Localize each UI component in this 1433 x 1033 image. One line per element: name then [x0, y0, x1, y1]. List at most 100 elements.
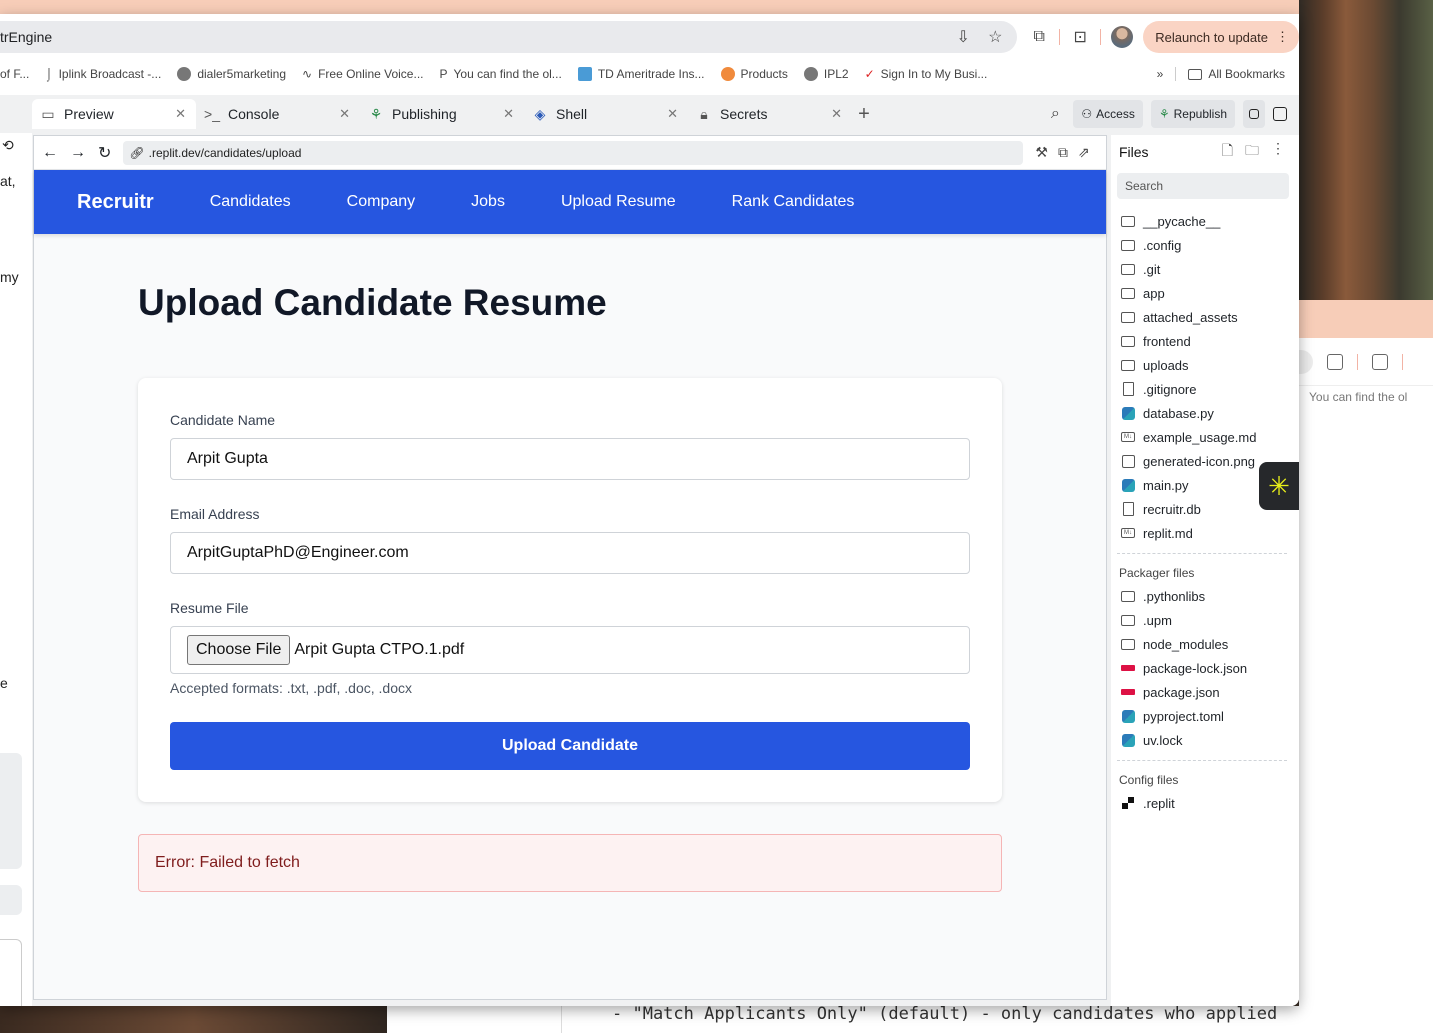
file-tree-item[interactable]: .git — [1117, 257, 1299, 281]
bookmark-item[interactable]: IPL2 — [803, 67, 849, 81]
choose-file-button[interactable]: Choose File — [187, 635, 291, 665]
tab-console[interactable]: >_ Console ✕ — [196, 99, 360, 129]
extensions-icon[interactable] — [1327, 353, 1343, 370]
file-tree-item[interactable]: node_modules — [1117, 632, 1299, 656]
background-bookmark[interactable]: You can find the ol — [1299, 386, 1433, 404]
bookmark-item[interactable]: Products — [720, 67, 788, 81]
upload-candidate-button[interactable]: Upload Candidate — [170, 722, 970, 770]
chevron-double-right-icon[interactable]: » — [1157, 67, 1164, 81]
tab-search-icon[interactable]: ⊡ — [1070, 27, 1090, 47]
background-editor-strip: - "Match Applicants Only" (default) - on… — [0, 1004, 1433, 1033]
device-icon[interactable]: ⧉ — [1058, 144, 1068, 161]
close-icon[interactable]: ✕ — [503, 106, 514, 122]
file-tree-item[interactable]: uv.lock — [1117, 728, 1299, 752]
file-tree-item[interactable]: __pycache__ — [1117, 209, 1299, 233]
folder-icon — [1121, 262, 1135, 276]
close-icon[interactable]: ✕ — [175, 106, 186, 122]
bookmark-star-icon[interactable]: ☆ — [985, 27, 1005, 47]
file-tree-item[interactable]: .upm — [1117, 608, 1299, 632]
email-field[interactable]: ArpitGuptaPhD@Engineer.com — [170, 532, 970, 574]
file-name: .pythonlibs — [1143, 588, 1206, 604]
forward-icon[interactable]: → — [70, 144, 86, 162]
tab-shell[interactable]: ◈ Shell ✕ — [524, 99, 688, 129]
file-tree-item[interactable]: uploads — [1117, 353, 1299, 377]
close-icon[interactable]: ✕ — [667, 106, 678, 122]
globe-icon — [803, 67, 818, 81]
sidebar-toggle-icon[interactable] — [1273, 107, 1287, 121]
folder-icon — [1121, 613, 1135, 627]
profile-avatar[interactable] — [1111, 26, 1134, 48]
more-vert-icon[interactable]: ⋮ — [1271, 140, 1285, 164]
nav-rank-candidates[interactable]: Rank Candidates — [732, 193, 855, 211]
new-chat-icon[interactable]: ⟲ — [2, 137, 14, 154]
bookmark-item[interactable]: ∿ Free Online Voice... — [302, 67, 423, 81]
nav-upload-resume[interactable]: Upload Resume — [561, 193, 676, 211]
config-files-title: Config files — [1119, 773, 1179, 787]
file-tree-item[interactable]: attached_assets — [1117, 305, 1299, 329]
devtools-icon[interactable]: ⚒ — [1035, 144, 1048, 161]
file-tree-item[interactable]: package-lock.json — [1117, 656, 1299, 680]
file-tree-item[interactable]: M↓ replit.md — [1117, 521, 1299, 545]
tab-secrets[interactable]: 🔒︎ Secrets ✕ — [688, 99, 852, 129]
search-icon[interactable]: ⌕ — [1045, 104, 1065, 124]
extensions-icon[interactable]: ⧉ — [1029, 27, 1049, 47]
bookmark-item[interactable]: ✓ Sign In to My Busi... — [865, 67, 988, 81]
access-button[interactable]: ⚇ Access — [1073, 100, 1143, 128]
file-tree-item[interactable]: .gitignore — [1117, 377, 1299, 401]
candidate-name-input[interactable]: Arpit Gupta — [170, 438, 970, 480]
republish-button[interactable]: ⚘ Republish — [1150, 100, 1235, 128]
nav-jobs[interactable]: Jobs — [471, 193, 505, 211]
site-navbar: Recruitr Candidates Company Jobs Upload … — [34, 170, 1106, 234]
publish-icon: ⚘ — [1158, 107, 1170, 121]
folder-icon — [1121, 589, 1135, 603]
file-tree-item[interactable]: .pythonlibs — [1117, 584, 1299, 608]
tab-publishing[interactable]: ⚘ Publishing ✕ — [360, 99, 524, 129]
chat-input[interactable] — [0, 939, 22, 1006]
add-tab-button[interactable]: + — [852, 103, 876, 126]
file-tree-item[interactable]: .replit — [1117, 791, 1299, 815]
reload-icon[interactable]: ↻ — [98, 143, 111, 163]
file-tree-item[interactable]: database.py — [1117, 401, 1299, 425]
close-icon[interactable]: ✕ — [339, 106, 350, 122]
file-tree-item[interactable]: frontend — [1117, 329, 1299, 353]
files-search-input[interactable]: Search — [1117, 173, 1289, 199]
file-tree-item[interactable]: app — [1117, 281, 1299, 305]
nav-company[interactable]: Company — [347, 193, 415, 211]
bookmark-item[interactable]: TD Ameritrade Ins... — [577, 67, 705, 81]
error-alert: Error: Failed to fetch — [138, 834, 1002, 892]
new-file-icon[interactable]: 🗋︎ — [1222, 140, 1233, 164]
lock-icon: 🔒︎ — [700, 105, 708, 122]
file-tree-item[interactable]: .config — [1117, 233, 1299, 257]
assistant-spark-button[interactable]: ✳ — [1259, 462, 1299, 510]
close-icon[interactable]: ✕ — [831, 106, 842, 122]
bookmark-item[interactable]: ⌡ Iplink Broadcast -... — [45, 67, 161, 81]
nav-candidates[interactable]: Candidates — [210, 193, 291, 211]
preview-toolbar: ← → ↻ 🔗︎ .replit.dev/candidates/upload ⚒… — [34, 136, 1106, 170]
address-bar[interactable]: trEngine ⇩ ☆ — [0, 21, 1018, 53]
tab-search-icon[interactable] — [1372, 353, 1388, 370]
tab-preview[interactable]: ▭ Preview ✕ — [32, 99, 196, 129]
folder-icon — [1121, 310, 1135, 324]
file-name: recruitr.db — [1143, 501, 1201, 517]
brand-logo[interactable]: Recruitr — [77, 191, 154, 214]
install-app-icon[interactable]: ⇩ — [953, 27, 973, 47]
background-browser-window[interactable]: You can find the ol — [1299, 300, 1433, 1006]
resume-file-input[interactable]: Choose File Arpit Gupta CTPO.1.pdf — [170, 626, 970, 674]
preview-url-bar[interactable]: 🔗︎ .replit.dev/candidates/upload — [123, 140, 1024, 165]
bookmark-item[interactable]: P You can find the ol... — [439, 67, 561, 81]
back-icon[interactable]: ← — [42, 144, 58, 162]
open-external-icon[interactable]: ⇗ — [1078, 144, 1090, 161]
bookmark-item[interactable]: of F... — [0, 67, 29, 81]
file-tree-item[interactable]: M↓ example_usage.md — [1117, 425, 1299, 449]
file-name: .git — [1143, 261, 1161, 277]
new-folder-icon[interactable]: 🗀︎ — [1245, 140, 1259, 164]
file-tree-item[interactable]: package.json — [1117, 680, 1299, 704]
folder-icon — [1121, 238, 1135, 252]
file-tree-item[interactable]: pyproject.toml — [1117, 704, 1299, 728]
chevron-down-icon[interactable] — [0, 885, 22, 915]
pane-toggle-button[interactable] — [1243, 100, 1265, 128]
bookmark-item[interactable]: dialer5marketing — [177, 67, 286, 81]
all-bookmarks[interactable]: All Bookmarks — [1188, 67, 1285, 81]
relaunch-button[interactable]: Relaunch to update ⋮ — [1143, 21, 1299, 53]
file-icon — [1121, 382, 1135, 396]
